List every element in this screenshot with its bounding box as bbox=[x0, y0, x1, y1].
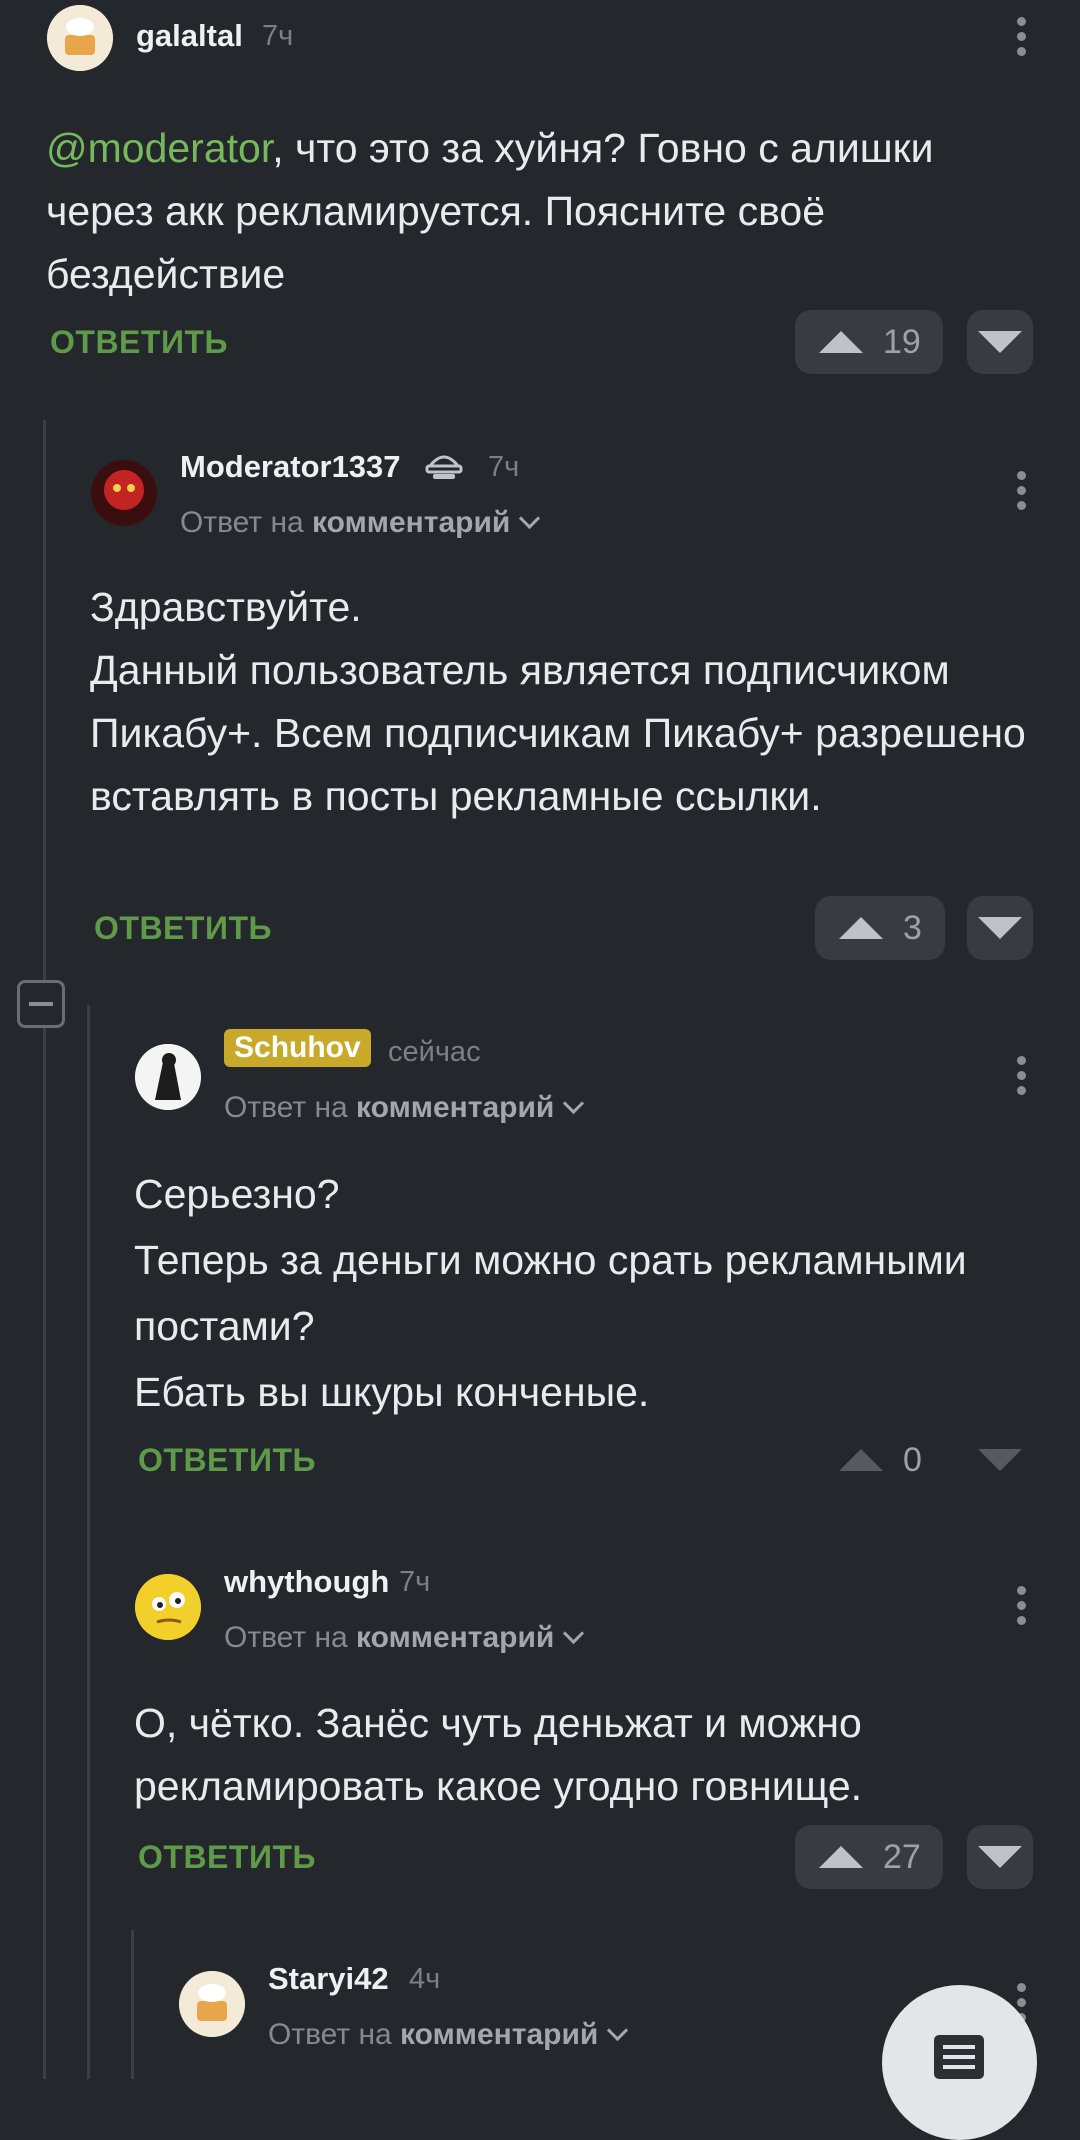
comment-time: 4ч bbox=[409, 1963, 441, 1995]
downvote-button[interactable] bbox=[967, 1825, 1033, 1889]
downvote-arrow-icon bbox=[978, 1449, 1022, 1471]
collapse-thread-button[interactable] bbox=[17, 980, 65, 1028]
upvote-arrow-icon bbox=[839, 917, 883, 939]
reply-to-target[interactable]: комментарий bbox=[356, 1091, 554, 1124]
reply-button[interactable]: ОТВЕТИТЬ bbox=[138, 1442, 316, 1479]
upvote-arrow-icon bbox=[839, 1449, 883, 1471]
downvote-button[interactable] bbox=[967, 310, 1033, 374]
upvote-button[interactable]: 3 bbox=[815, 896, 945, 960]
list-icon bbox=[934, 2035, 984, 2079]
avatar[interactable] bbox=[135, 1574, 201, 1640]
author-badge[interactable]: Schuhov bbox=[224, 1029, 371, 1067]
comment-author[interactable]: Moderator1337 bbox=[180, 449, 401, 485]
red-monster-avatar-icon bbox=[91, 460, 157, 526]
smiley-avatar-icon bbox=[135, 1574, 201, 1640]
comment-body: @moderator, что это за хуйня? Говно с ал… bbox=[46, 117, 1026, 306]
reply-to-line[interactable]: Ответ на комментарий bbox=[224, 1091, 585, 1125]
rating-count: 27 bbox=[883, 1838, 921, 1876]
comment-body: Здравствуйте. Данный пользователь являет… bbox=[90, 584, 1026, 819]
more-options-icon[interactable] bbox=[1017, 471, 1027, 516]
comment-time: 7ч bbox=[399, 1566, 431, 1598]
upvote-button[interactable]: 27 bbox=[795, 1825, 943, 1889]
user-mention-link[interactable]: @moderator bbox=[46, 125, 272, 171]
avatar[interactable] bbox=[47, 5, 113, 71]
thread-line-level-2 bbox=[87, 1005, 90, 2079]
reply-button[interactable]: ОТВЕТИТЬ bbox=[50, 324, 228, 361]
chef-avatar-icon bbox=[179, 1971, 245, 2037]
comment-author[interactable]: galaltal bbox=[136, 18, 243, 54]
chef-avatar-icon bbox=[47, 5, 113, 71]
downvote-button[interactable] bbox=[967, 1428, 1033, 1492]
comment-body: О, чётко. Занёс чуть деньжат и можно рек… bbox=[134, 1700, 863, 1809]
comment-author[interactable]: whythough bbox=[224, 1564, 389, 1600]
chevron-down-icon[interactable] bbox=[563, 1092, 585, 1115]
reply-to-prefix: Ответ на bbox=[268, 2018, 392, 2051]
comment-time: сейчас bbox=[388, 1036, 481, 1068]
rating-count: 0 bbox=[903, 1441, 922, 1479]
more-options-icon[interactable] bbox=[1017, 1586, 1027, 1631]
downvote-arrow-icon bbox=[978, 331, 1022, 353]
chevron-down-icon[interactable] bbox=[519, 507, 541, 530]
downvote-button[interactable] bbox=[967, 896, 1033, 960]
reply-button[interactable]: ОТВЕТИТЬ bbox=[94, 910, 272, 947]
chevron-down-icon[interactable] bbox=[607, 2019, 629, 2042]
thread-line-level-3 bbox=[131, 1930, 134, 2079]
comment-body: Серьезно? Теперь за деньги можно срать р… bbox=[134, 1171, 967, 1415]
chevron-down-icon[interactable] bbox=[563, 1622, 585, 1645]
downvote-arrow-icon bbox=[978, 1846, 1022, 1868]
reply-to-prefix: Ответ на bbox=[224, 1621, 348, 1654]
comments-menu-fab[interactable] bbox=[882, 1985, 1037, 2140]
upvote-arrow-icon bbox=[819, 331, 863, 353]
more-options-icon[interactable] bbox=[1017, 1056, 1027, 1101]
moderator-badge-icon bbox=[425, 455, 463, 479]
thread-line-level-1 bbox=[43, 420, 46, 2079]
reply-to-target[interactable]: комментарий bbox=[400, 2018, 598, 2051]
rating-count: 19 bbox=[883, 323, 921, 361]
comment-author[interactable]: Staryi42 bbox=[268, 1961, 389, 1997]
reply-to-line[interactable]: Ответ на комментарий bbox=[224, 1621, 585, 1655]
reply-to-target[interactable]: комментарий bbox=[356, 1621, 554, 1654]
reply-to-line[interactable]: Ответ на комментарий bbox=[180, 506, 541, 540]
avatar[interactable] bbox=[91, 460, 157, 526]
reply-to-prefix: Ответ на bbox=[224, 1091, 348, 1124]
reply-to-target[interactable]: комментарий bbox=[312, 506, 510, 539]
comment-time: 7ч bbox=[488, 451, 520, 483]
figure-avatar-icon bbox=[135, 1044, 201, 1110]
comment-time: 7ч bbox=[262, 20, 294, 52]
rating-count: 3 bbox=[903, 909, 922, 947]
more-options-icon[interactable] bbox=[1017, 17, 1027, 62]
avatar[interactable] bbox=[135, 1044, 201, 1110]
downvote-arrow-icon bbox=[978, 917, 1022, 939]
reply-button[interactable]: ОТВЕТИТЬ bbox=[138, 1839, 316, 1876]
upvote-arrow-icon bbox=[819, 1846, 863, 1868]
upvote-button[interactable]: 0 bbox=[815, 1428, 945, 1492]
upvote-button[interactable]: 19 bbox=[795, 310, 943, 374]
reply-to-prefix: Ответ на bbox=[180, 506, 304, 539]
avatar[interactable] bbox=[179, 1971, 245, 2037]
reply-to-line[interactable]: Ответ на комментарий bbox=[268, 2018, 629, 2052]
